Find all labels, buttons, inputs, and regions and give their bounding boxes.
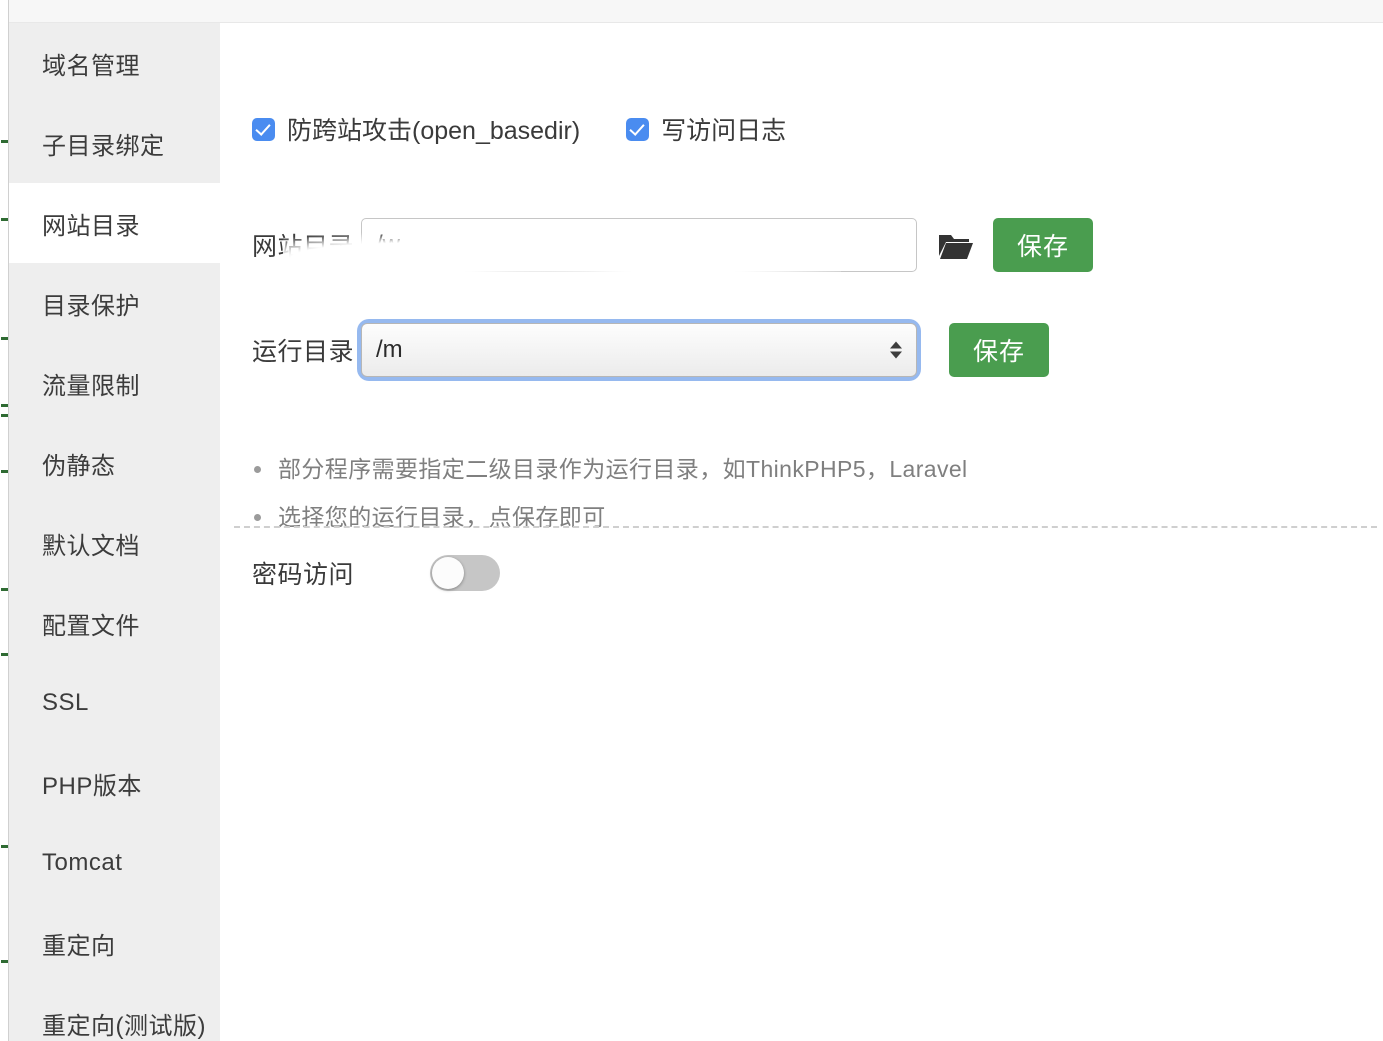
sliver-marker [1, 218, 8, 221]
checkbox-open-basedir[interactable]: 防跨站攻击(open_basedir) [252, 111, 580, 147]
list-item: 选择您的运行目录，点保存即可 [254, 493, 968, 541]
sidebar-item-label: 重定向(测试版) [42, 1006, 206, 1041]
sliver-marker [1, 414, 8, 417]
sliver-marker [1, 337, 8, 340]
clipped-tab-0[interactable]: • [242, 0, 248, 6]
run-directory-select-focus-ring: /m [361, 323, 917, 377]
sliver-marker [1, 140, 8, 143]
outer-panel-sliver [0, 0, 9, 1041]
checkbox-open-basedir-label: 防跨站攻击(open_basedir) [287, 111, 580, 147]
checkbox-access-log[interactable]: 写访问日志 [626, 111, 786, 147]
bullet-icon [254, 466, 261, 473]
sidebar-item-tomcat[interactable]: Tomcat [9, 823, 220, 903]
save-website-directory-button[interactable]: 保存 [993, 218, 1093, 272]
settings-sidebar[interactable]: 域名管理 子目录绑定 网站目录 目录保护 流量限制 伪静态 默认文档 配置文件 … [9, 23, 220, 1041]
website-directory-row: 网站目录 保存 [252, 218, 1093, 272]
sidebar-item-label: Tomcat [42, 849, 122, 877]
sidebar-item-label: 子目录绑定 [42, 126, 165, 161]
list-item: 部分程序需要指定二级目录作为运行目录，如ThinkPHP5，Laravel [254, 445, 968, 493]
sliver-marker [1, 960, 8, 963]
sidebar-item-directory-protection[interactable]: 目录保护 [9, 263, 220, 343]
save-run-directory-button[interactable]: 保存 [949, 323, 1049, 377]
sidebar-item-traffic-limit[interactable]: 流量限制 [9, 343, 220, 423]
bullet-icon [254, 514, 261, 521]
sidebar-item-label: 重定向 [42, 926, 116, 961]
password-access-toggle[interactable] [430, 555, 500, 591]
sidebar-item-pseudo-static[interactable]: 伪静态 [9, 423, 220, 503]
sidebar-item-domain-management[interactable]: 域名管理 [9, 23, 220, 103]
section-divider [234, 526, 1377, 528]
sidebar-item-label: 默认文档 [42, 526, 140, 561]
sidebar-item-label: 网站目录 [42, 206, 140, 241]
folder-open-icon[interactable] [937, 226, 975, 264]
sidebar-item-label: SSL [42, 689, 89, 717]
sidebar-item-label: PHP版本 [42, 766, 142, 801]
sliver-marker [1, 653, 8, 656]
checkbox-checked-icon[interactable] [252, 118, 275, 141]
run-directory-select[interactable]: /m [361, 323, 917, 377]
tip-text: 部分程序需要指定二级目录作为运行目录，如ThinkPHP5，Laravel [278, 445, 968, 493]
sidebar-item-label: 配置文件 [42, 606, 140, 641]
sidebar-item-subdirectory-binding[interactable]: 子目录绑定 [9, 103, 220, 183]
chevron-up-down-icon[interactable] [890, 342, 902, 359]
sidebar-item-php-version[interactable]: PHP版本 [9, 743, 220, 823]
sliver-marker [1, 588, 8, 591]
sidebar-item-config-file[interactable]: 配置文件 [9, 583, 220, 663]
sidebar-item-label: 流量限制 [42, 366, 140, 401]
sidebar-item-label: 目录保护 [42, 286, 140, 321]
website-directory-label: 网站目录 [252, 227, 354, 263]
tip-text: 选择您的运行目录，点保存即可 [278, 493, 606, 541]
clipped-tab-remnants: • • [242, 0, 306, 6]
sidebar-item-redirect-beta[interactable]: 重定向(测试版) [9, 983, 220, 1041]
password-access-label: 密码访问 [252, 555, 354, 591]
checkbox-access-log-label: 写访问日志 [661, 111, 786, 147]
sidebar-item-label: 伪静态 [42, 446, 116, 481]
password-access-row: 密码访问 [252, 555, 500, 591]
website-directory-input[interactable] [361, 218, 917, 272]
sliver-marker [1, 404, 8, 407]
sidebar-item-ssl[interactable]: SSL [9, 663, 220, 743]
sidebar-item-default-document[interactable]: 默认文档 [9, 503, 220, 583]
toggle-knob [432, 557, 464, 589]
options-checkbox-row: 防跨站攻击(open_basedir) 写访问日志 [252, 111, 786, 147]
run-directory-row: 运行目录 /m 保存 [252, 323, 1049, 377]
clipped-tab-1[interactable]: • [300, 0, 306, 6]
clipped-tab-bar: • • [0, 0, 1383, 23]
sliver-marker [1, 845, 8, 848]
sidebar-item-website-directory[interactable]: 网站目录 [9, 183, 220, 263]
sliver-marker [1, 470, 8, 473]
checkbox-checked-icon[interactable] [626, 118, 649, 141]
sidebar-item-redirect[interactable]: 重定向 [9, 903, 220, 983]
website-directory-panel: 防跨站攻击(open_basedir) 写访问日志 网站目录 保存 运行目录 /… [220, 23, 1383, 1041]
run-directory-label: 运行目录 [252, 332, 354, 368]
run-directory-selected-value: /m [376, 336, 403, 364]
sidebar-item-label: 域名管理 [42, 46, 140, 81]
